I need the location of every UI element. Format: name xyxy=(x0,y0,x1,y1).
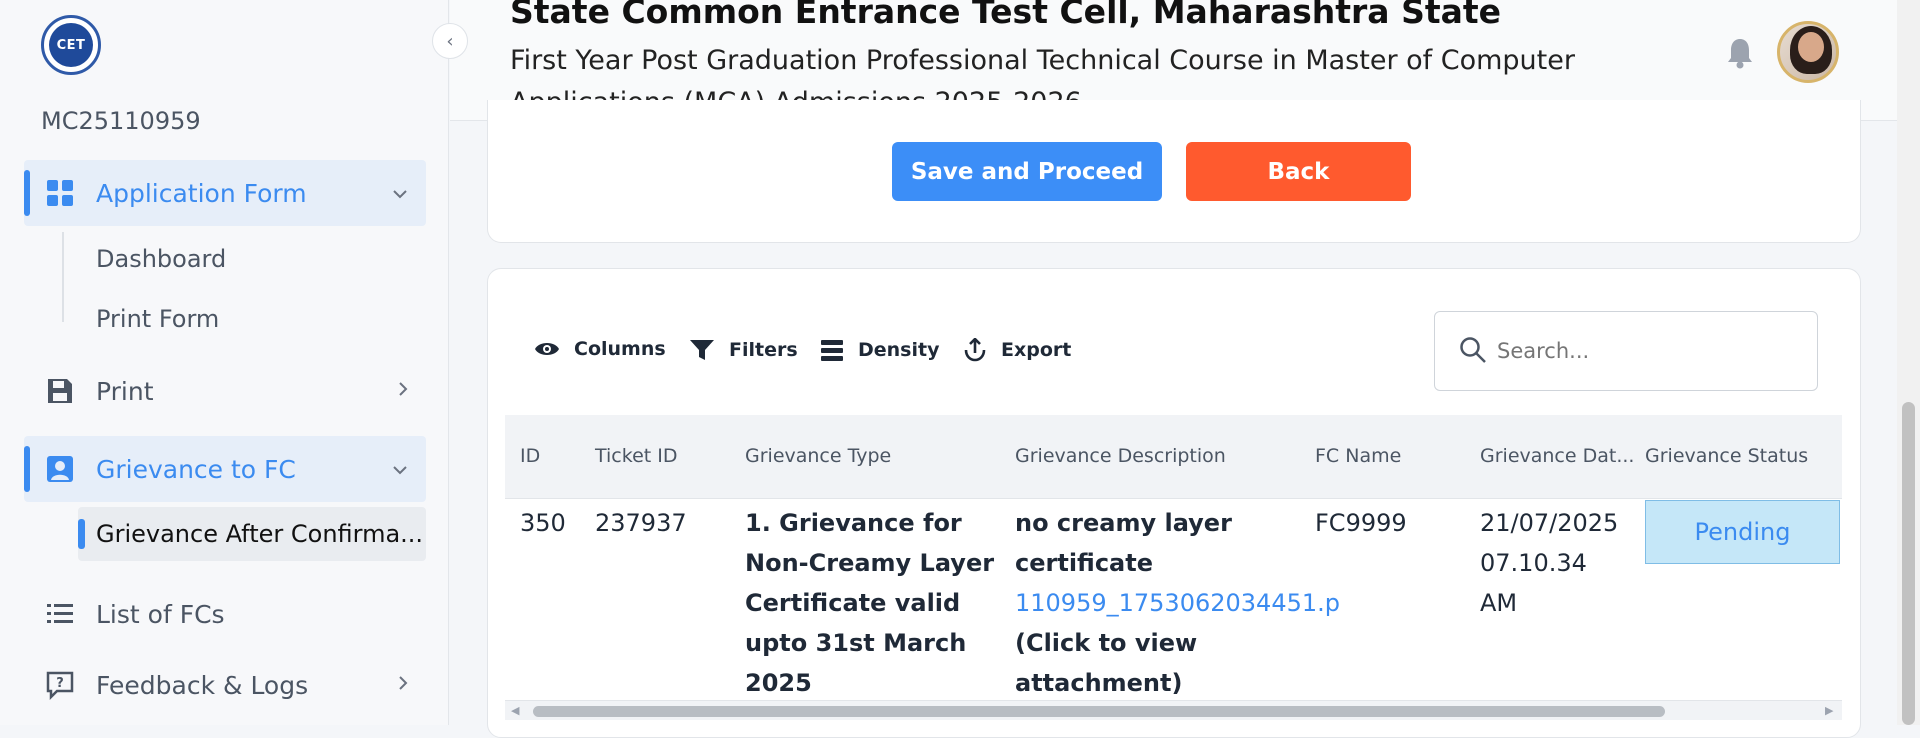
action-card xyxy=(487,100,1861,243)
cell-line: no creamy layer xyxy=(1015,509,1232,537)
cell-line: Certificate valid xyxy=(745,589,961,617)
export-label: Export xyxy=(1001,339,1072,361)
column-header-fc-name[interactable]: FC Name xyxy=(1315,445,1401,467)
sidebar-subitem-print-form[interactable]: Print Form xyxy=(96,305,219,333)
density-button[interactable]: Density xyxy=(820,338,939,362)
column-header-id[interactable]: ID xyxy=(520,445,540,467)
column-header-ticket-id[interactable]: Ticket ID xyxy=(595,445,678,467)
search-icon xyxy=(1459,336,1487,368)
filters-button[interactable]: Filters xyxy=(689,338,798,362)
floppy-icon xyxy=(44,375,76,407)
column-header-grievance-description[interactable]: Grievance Description xyxy=(1015,445,1226,467)
cell-line: 07.10.34 xyxy=(1480,549,1587,577)
cell-line: attachment) xyxy=(1015,669,1183,697)
cell-line: upto 31st March xyxy=(745,629,967,657)
export-icon xyxy=(964,338,986,362)
attachment-link[interactable]: 110959_1753062034451.p xyxy=(1015,583,1340,623)
chevron-left-icon: ‹ xyxy=(446,30,454,52)
sidebar-item-print[interactable]: Print xyxy=(24,358,426,424)
chevron-down-icon xyxy=(392,459,408,480)
sidebar-item-label: Grievance to FC xyxy=(96,454,296,484)
svg-text:?: ? xyxy=(56,676,64,691)
sidebar: CET MC25110959 Application Form Dashboar… xyxy=(0,0,449,725)
feedback-icon: ? xyxy=(44,669,76,701)
cell-line: Non-Creamy Layer xyxy=(745,549,995,577)
horizontal-scrollbar-thumb[interactable] xyxy=(533,706,1665,717)
submenu-tree-line xyxy=(62,232,64,322)
chevron-down-icon xyxy=(392,183,408,204)
vertical-scrollbar[interactable] xyxy=(1897,0,1920,725)
filter-icon xyxy=(690,340,714,360)
sidebar-item-list-of-fcs[interactable]: List of FCs xyxy=(24,581,426,647)
status-badge: Pending xyxy=(1645,500,1840,564)
column-header-grievance-status[interactable]: Grievance Status xyxy=(1645,445,1808,467)
sidebar-subitem-label: Grievance After Confirma... xyxy=(96,520,424,548)
sidebar-item-label: List of FCs xyxy=(96,599,225,629)
avatar-face xyxy=(1798,32,1824,62)
chevron-right-icon xyxy=(398,675,408,696)
save-and-proceed-button[interactable]: Save and Proceed xyxy=(892,142,1162,201)
scroll-right-arrow-icon[interactable]: ▶ xyxy=(1825,704,1833,717)
user-card-icon xyxy=(44,453,76,485)
cet-logo[interactable]: CET xyxy=(41,15,101,75)
horizontal-scrollbar[interactable]: ◀ ▶ xyxy=(505,700,1842,720)
cell-line: 21/07/2025 xyxy=(1480,509,1619,537)
cell-ticket-id: 237937 xyxy=(595,509,687,537)
filters-label: Filters xyxy=(729,339,798,361)
cell-line: AM xyxy=(1480,589,1518,617)
density-label: Density xyxy=(858,339,940,361)
chevron-right-icon xyxy=(398,381,408,402)
avatar[interactable] xyxy=(1777,21,1839,83)
sidebar-item-feedback-logs[interactable]: ? Feedback & Logs xyxy=(24,652,426,718)
bell-icon[interactable] xyxy=(1725,36,1755,70)
density-icon xyxy=(821,340,843,361)
cell-line: certificate xyxy=(1015,549,1153,577)
sidebar-item-label: Application Form xyxy=(96,178,307,208)
list-icon xyxy=(44,598,76,630)
search-box[interactable] xyxy=(1434,311,1818,391)
columns-button[interactable]: Columns xyxy=(534,338,666,360)
table-header: ID Ticket ID Grievance Type Grievance De… xyxy=(505,415,1842,499)
search-input[interactable] xyxy=(1497,332,1797,370)
grid-icon xyxy=(44,177,76,209)
column-header-grievance-date[interactable]: Grievance Dat... xyxy=(1480,445,1634,467)
cell-line: 2025 xyxy=(745,669,812,697)
back-button[interactable]: Back xyxy=(1186,142,1411,201)
application-id: MC25110959 xyxy=(41,107,201,135)
sidebar-subitem-grievance-after-confirmation[interactable]: Grievance After Confirma... xyxy=(78,507,426,561)
sidebar-subitem-dashboard[interactable]: Dashboard xyxy=(96,245,226,273)
column-header-grievance-type[interactable]: Grievance Type xyxy=(745,445,891,467)
sidebar-collapse-button[interactable]: ‹ xyxy=(432,23,468,59)
sidebar-item-label: Feedback & Logs xyxy=(96,670,309,700)
page-title: State Common Entrance Test Cell, Maharas… xyxy=(510,0,1502,31)
columns-label: Columns xyxy=(574,338,666,360)
scroll-left-arrow-icon[interactable]: ◀ xyxy=(511,704,519,717)
cell-line: (Click to view xyxy=(1015,629,1198,657)
sidebar-item-application-form[interactable]: Application Form xyxy=(24,160,426,226)
cell-fc-name: FC9999 xyxy=(1315,509,1407,537)
cell-line: 1. Grievance for xyxy=(745,509,962,537)
sidebar-item-grievance-to-fc[interactable]: Grievance to FC xyxy=(24,436,426,502)
eye-icon xyxy=(535,343,559,355)
cell-id: 350 xyxy=(520,509,566,537)
export-button[interactable]: Export xyxy=(963,338,1071,362)
vertical-scrollbar-thumb[interactable] xyxy=(1902,402,1915,725)
logo-text: CET xyxy=(49,23,93,67)
sidebar-item-label: Print xyxy=(96,376,154,406)
